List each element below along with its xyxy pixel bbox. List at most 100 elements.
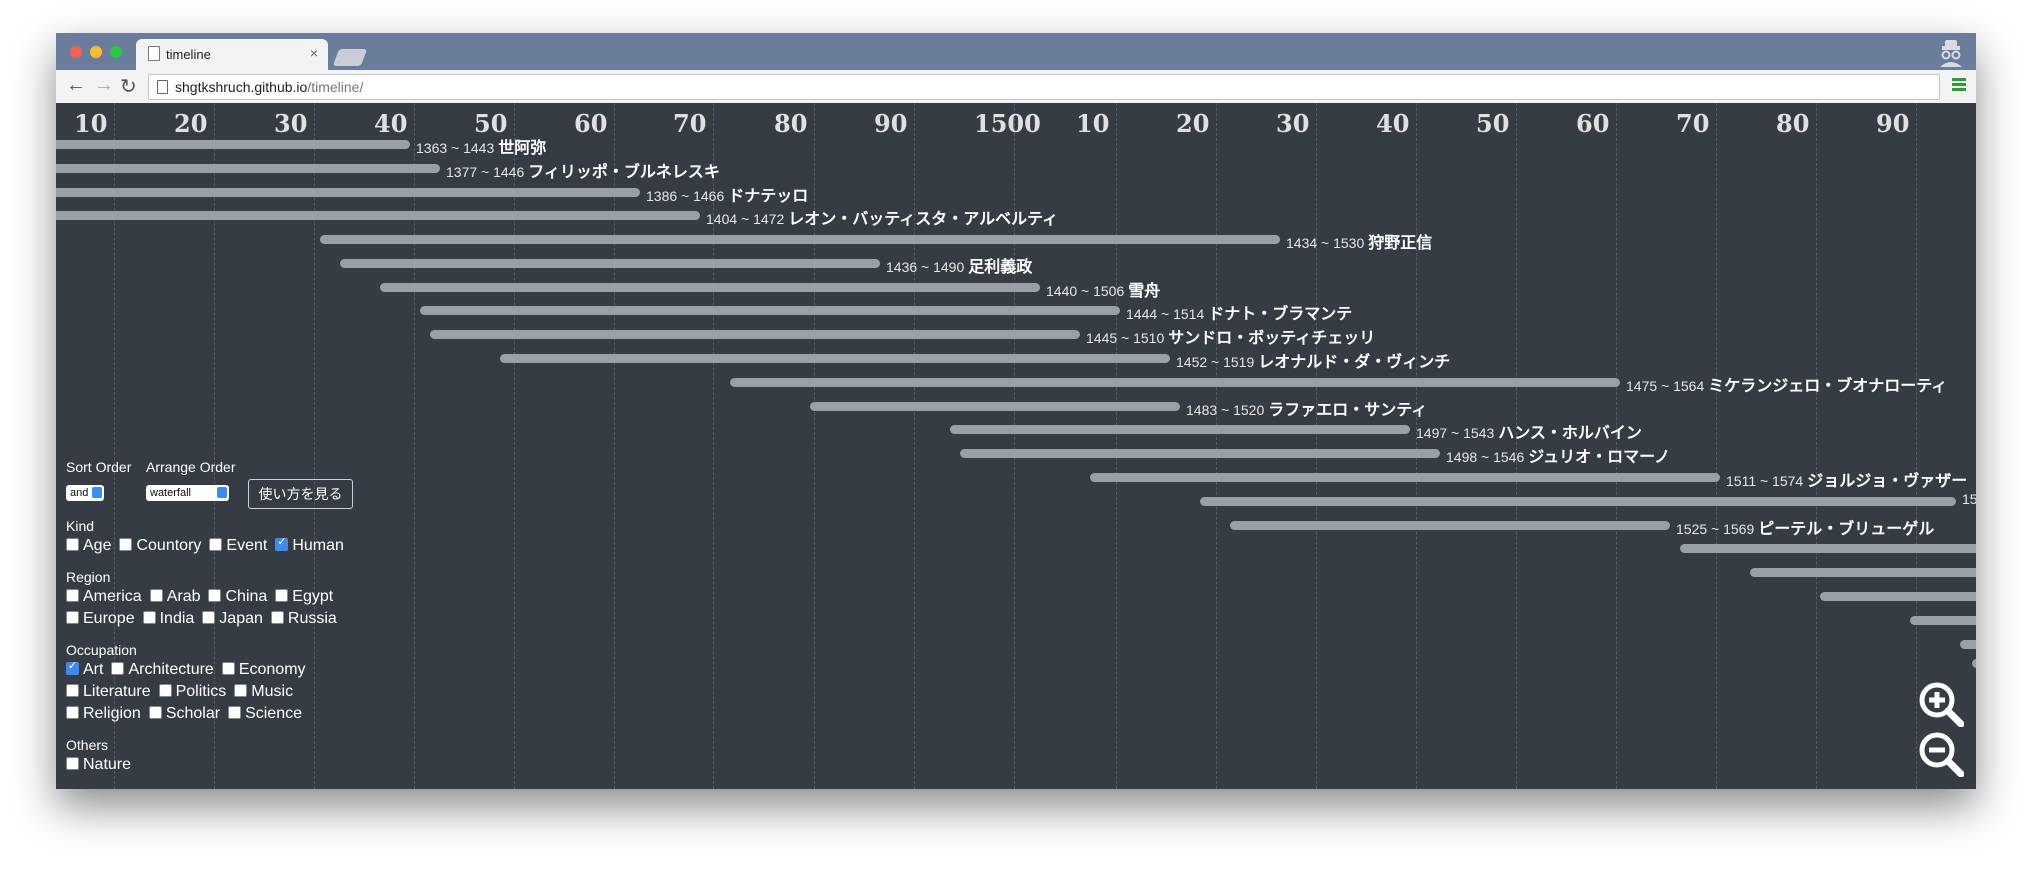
axis-tick-label: 90 (874, 109, 908, 138)
checkbox[interactable] (208, 589, 222, 602)
timeline-label: 1434 ~ 1530 狩野正信 (1286, 229, 1432, 253)
checkbox[interactable] (66, 611, 79, 624)
timeline-bar[interactable] (430, 330, 1080, 339)
timeline-bar[interactable] (960, 449, 1440, 458)
zoom-out-icon[interactable] (1918, 731, 1964, 777)
checkbox[interactable] (275, 589, 289, 602)
timeline-bar[interactable] (56, 164, 440, 173)
checkbox[interactable] (66, 589, 79, 602)
checkbox[interactable] (66, 757, 79, 770)
gridline (1316, 103, 1317, 789)
address-bar[interactable]: shgtkshruch.github.io/timeline/ (148, 74, 1940, 100)
checkbox[interactable] (202, 611, 216, 624)
maximize-window-button[interactable] (110, 46, 122, 58)
checkbox[interactable] (221, 662, 235, 675)
axis-tick-label: 30 (274, 109, 308, 138)
filter-option-japan[interactable]: Japan (202, 610, 263, 627)
checkbox[interactable] (158, 684, 172, 697)
timeline-bar[interactable] (320, 235, 1280, 244)
timeline-bar[interactable] (340, 259, 880, 268)
filter-option-russia[interactable]: Russia (270, 610, 337, 627)
filter-option-nature[interactable]: Nature (66, 756, 131, 773)
filter-option-europe[interactable]: Europe (66, 610, 135, 627)
sort-order-select[interactable]: and (66, 483, 105, 501)
axis-tick-label: 40 (1376, 109, 1410, 138)
timeline-label: 1452 ~ 1519 レオナルド・ダ・ヴィンチ (1176, 348, 1450, 372)
checkbox-label: Age (83, 537, 112, 554)
filter-option-america[interactable]: America (66, 588, 142, 605)
timeline-bar[interactable] (56, 211, 700, 220)
filter-option-india[interactable]: India (142, 610, 194, 627)
checkbox[interactable] (119, 538, 133, 551)
timeline-bar[interactable] (420, 306, 1120, 315)
filter-option-politics[interactable]: Politics (158, 683, 226, 700)
timeline-bar[interactable] (730, 378, 1620, 387)
tab-timeline[interactable]: timeline × (136, 39, 328, 70)
timeline-bar[interactable] (950, 425, 1410, 434)
close-window-button[interactable] (70, 46, 82, 58)
timeline-bar[interactable] (1820, 592, 1976, 601)
checkbox[interactable] (66, 684, 79, 697)
filter-option-age[interactable]: Age (66, 537, 111, 554)
new-tab-button[interactable] (332, 49, 368, 66)
timeline-bar[interactable] (1230, 521, 1670, 530)
life-range: 1436 ~ 1490 (886, 259, 965, 275)
arrange-order-select[interactable]: waterfall (146, 483, 229, 501)
checkbox[interactable] (66, 659, 79, 675)
life-range: 1377 ~ 1446 (446, 164, 525, 180)
howto-button[interactable]: 使い方を見る (248, 479, 353, 509)
checkbox[interactable] (66, 706, 79, 719)
timeline-area[interactable]: 10 20 30 40 50 60 70 80 90 1500 10 20 30 40 50 60 70 80 90… (56, 103, 1976, 789)
checkbox[interactable] (111, 662, 125, 675)
timeline-bar[interactable] (1090, 473, 1720, 482)
timeline-label: 1525 ~ 1569 ピーテル・ブリューゲル (1676, 515, 1934, 539)
life-range: 1404 ~ 1472 (706, 211, 785, 227)
zoom-in-icon[interactable] (1918, 681, 1964, 727)
checkbox[interactable] (270, 611, 284, 624)
reload-icon[interactable]: ↻ (120, 74, 137, 99)
filter-option-china[interactable]: China (208, 588, 267, 605)
filter-option-music[interactable]: Music (234, 683, 293, 700)
tab-close-icon[interactable]: × (310, 45, 318, 61)
filter-option-event[interactable]: Event (209, 537, 267, 554)
timeline-bar[interactable] (1960, 640, 1976, 649)
filter-option-arab[interactable]: Arab (149, 588, 200, 605)
checkbox[interactable] (66, 538, 79, 551)
timeline-bar[interactable] (56, 188, 640, 197)
timeline-bar[interactable] (380, 283, 1040, 292)
timeline-bar[interactable] (810, 402, 1180, 411)
filter-option-religion[interactable]: Religion (66, 705, 141, 722)
gridline (1416, 103, 1417, 789)
filter-option-countory[interactable]: Countory (119, 537, 201, 554)
checkbox[interactable] (142, 611, 156, 624)
filter-option-economy[interactable]: Economy (221, 661, 306, 678)
timeline-bar[interactable] (1910, 616, 1976, 625)
checkbox[interactable] (209, 538, 223, 551)
checkbox[interactable] (228, 706, 242, 719)
timeline-bar[interactable] (1750, 568, 1976, 577)
url-path: /timeline/ (307, 79, 364, 95)
timeline-bar[interactable] (1972, 659, 1976, 668)
filter-option-science[interactable]: Science (228, 705, 302, 722)
timeline-bar[interactable] (1200, 497, 1956, 506)
checkbox[interactable] (234, 684, 248, 697)
minimize-window-button[interactable] (90, 46, 102, 58)
life-range: 1522 ~ 1591 (1962, 491, 1976, 507)
filter-option-scholar[interactable]: Scholar (148, 705, 220, 722)
timeline-bar[interactable] (56, 140, 410, 149)
forward-icon[interactable]: → (94, 74, 114, 97)
axis-tick-label: 10 (74, 109, 108, 138)
timeline-bar[interactable] (500, 354, 1170, 363)
filter-option-architecture[interactable]: Architecture (111, 661, 214, 678)
timeline-bar[interactable] (1680, 544, 1976, 553)
filter-option-egypt[interactable]: Egypt (275, 588, 333, 605)
checkbox[interactable] (149, 589, 163, 602)
menu-icon[interactable] (1952, 78, 1966, 92)
back-icon[interactable]: ← (66, 74, 86, 97)
filter-option-art[interactable]: Art (66, 659, 103, 678)
checkbox[interactable] (148, 706, 162, 719)
checkbox[interactable] (275, 535, 289, 551)
filter-option-human[interactable]: Human (275, 535, 344, 554)
filter-option-literature[interactable]: Literature (66, 683, 151, 700)
checkbox-label: Religion (83, 705, 141, 722)
